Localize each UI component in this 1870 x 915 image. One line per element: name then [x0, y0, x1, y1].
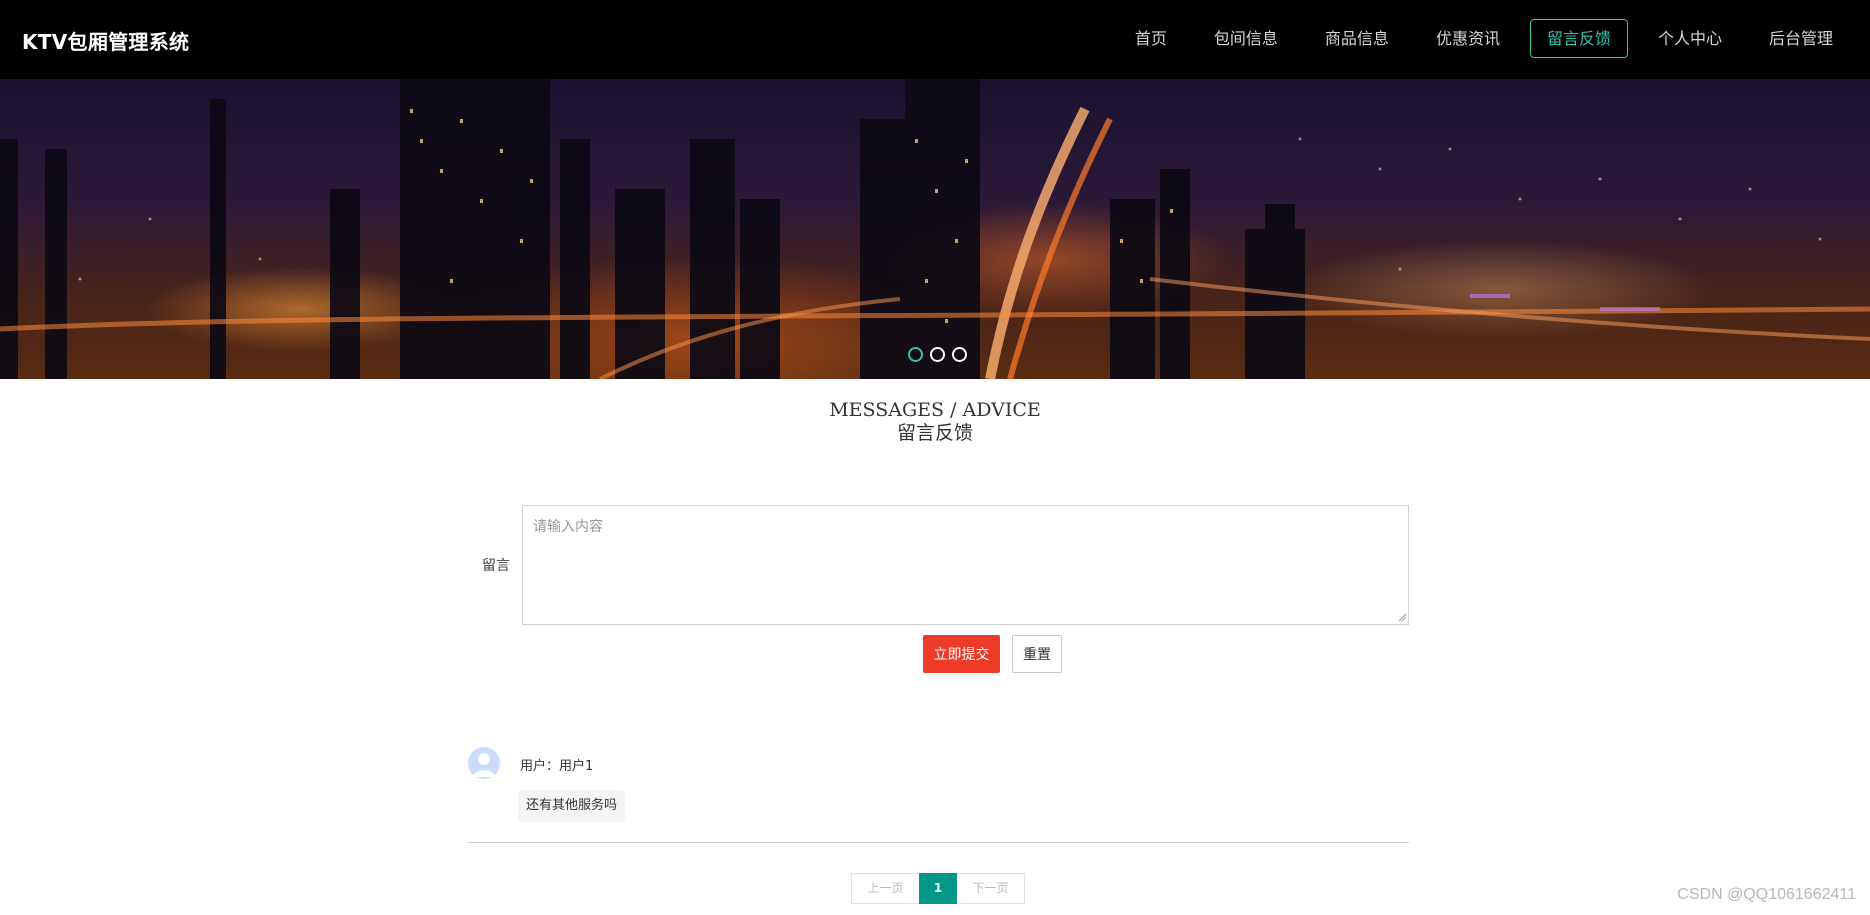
carousel-dot-1[interactable]	[908, 347, 923, 362]
nav-item-products[interactable]: 商品信息	[1308, 19, 1406, 58]
banner-carousel[interactable]	[0, 79, 1870, 379]
carousel-indicators	[908, 347, 967, 362]
reset-button[interactable]: 重置	[1012, 635, 1062, 673]
section-title-zh: 留言反馈	[896, 422, 973, 444]
message-divider	[468, 842, 1409, 843]
carousel-dot-3[interactable]	[952, 347, 967, 362]
current-page[interactable]: 1	[919, 873, 957, 904]
message-user: 用户：用户1	[520, 759, 594, 774]
user-avatar-icon	[468, 747, 500, 779]
submit-button[interactable]: 立即提交	[923, 635, 1000, 673]
prev-page-button[interactable]: 上一页	[851, 873, 919, 904]
nav-item-promotions[interactable]: 优惠资讯	[1419, 19, 1517, 58]
section-title-en: MESSAGES / ADVICE	[829, 399, 1041, 421]
city-skyline-image	[0, 79, 1870, 379]
top-navbar: KTV包厢管理系统 首页 包间信息 商品信息 优惠资讯 留言反馈 个人中心 后台…	[0, 0, 1870, 79]
message-label: 留言	[482, 558, 510, 574]
watermark-text: CSDN @QQ1061662411	[1677, 886, 1856, 903]
nav-item-feedback[interactable]: 留言反馈	[1529, 19, 1628, 58]
pagination: 上一页 1 下一页	[851, 873, 1025, 904]
nav-item-admin[interactable]: 后台管理	[1752, 19, 1850, 58]
nav-item-profile[interactable]: 个人中心	[1641, 19, 1739, 58]
next-page-button[interactable]: 下一页	[957, 873, 1025, 904]
brand-title[interactable]: KTV包厢管理系统	[22, 26, 189, 55]
resize-handle-icon[interactable]	[1397, 612, 1407, 622]
carousel-dot-2[interactable]	[930, 347, 945, 362]
nav-item-rooms[interactable]: 包间信息	[1197, 19, 1295, 58]
message-textarea[interactable]	[522, 505, 1409, 625]
message-content: 还有其他服务吗	[518, 790, 626, 822]
nav-item-home[interactable]: 首页	[1118, 19, 1184, 58]
main-nav: 首页 包间信息 商品信息 优惠资讯 留言反馈 个人中心 后台管理	[1105, 19, 1850, 58]
section-heading: MESSAGES / ADVICE 留言反馈	[0, 399, 1870, 445]
